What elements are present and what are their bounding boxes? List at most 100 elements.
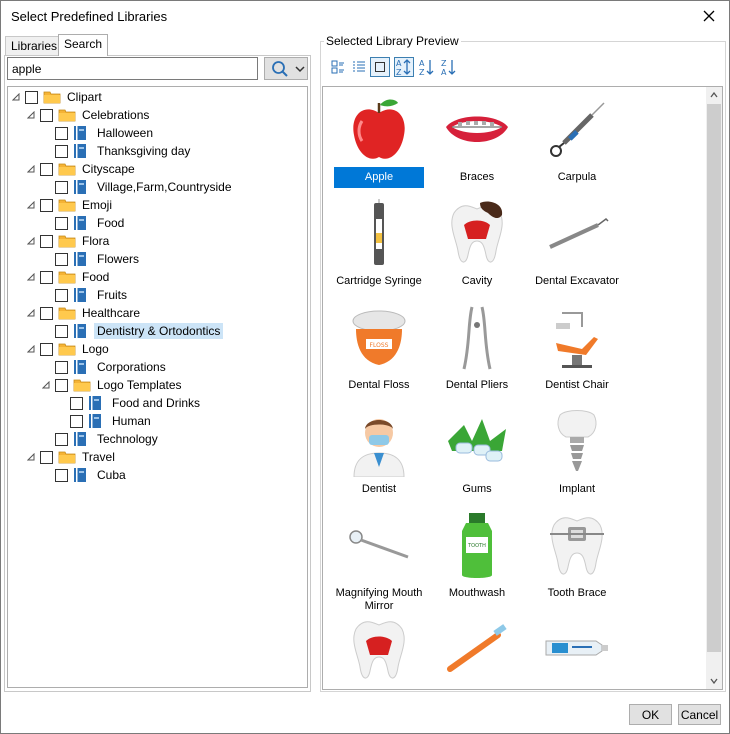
library-item[interactable]: Implant <box>529 403 625 503</box>
tree-checkbox[interactable] <box>25 90 38 104</box>
tree-node-label: Human <box>112 414 151 428</box>
scroll-down-button[interactable] <box>706 673 722 689</box>
tooth-brace-icon <box>542 511 612 581</box>
library-item[interactable]: Dental Excavator <box>529 195 625 295</box>
expander-icon[interactable] <box>25 196 37 214</box>
scroll-up-button[interactable] <box>706 87 722 103</box>
tree-checkbox[interactable] <box>55 126 68 140</box>
cancel-button[interactable]: Cancel <box>678 704 721 725</box>
expander-icon[interactable] <box>10 88 22 106</box>
preview-scrollbar[interactable] <box>706 87 722 689</box>
tree-node-label: Logo Templates <box>97 378 182 392</box>
tree-checkbox[interactable] <box>40 234 53 248</box>
expander-icon[interactable] <box>25 160 37 178</box>
tree-checkbox[interactable] <box>55 324 68 338</box>
library-item[interactable]: Cavity <box>429 195 525 295</box>
tree-node[interactable]: Food and Drinks <box>55 394 203 412</box>
list-view-button[interactable] <box>349 57 369 77</box>
search-icon <box>272 60 288 77</box>
sort-mixed-button[interactable]: A Z <box>394 57 414 77</box>
search-input[interactable] <box>7 57 258 80</box>
sort-descending-button[interactable]: Z A <box>439 57 459 77</box>
expander-icon[interactable] <box>25 232 37 250</box>
close-button[interactable] <box>695 3 723 29</box>
folder-icon <box>58 269 76 285</box>
tree-checkbox[interactable] <box>40 306 53 320</box>
library-item[interactable] <box>429 611 525 689</box>
scroll-thumb[interactable] <box>707 104 721 652</box>
tree-node[interactable]: Healthcare <box>25 304 143 322</box>
expander-icon[interactable] <box>25 340 37 358</box>
tree-checkbox[interactable] <box>55 180 68 194</box>
tree-checkbox[interactable] <box>70 414 83 428</box>
tree-node[interactable]: Flora <box>25 232 112 250</box>
tree-node[interactable]: Cityscape <box>25 160 138 178</box>
tree-node[interactable]: Cuba <box>40 466 129 484</box>
library-item[interactable]: TOOTH Mouthwash <box>429 507 525 607</box>
library-item[interactable]: FLOSS Dental Floss <box>331 299 427 399</box>
tree-checkbox[interactable] <box>55 468 68 482</box>
tree-checkbox[interactable] <box>40 450 53 464</box>
tile-view-button[interactable] <box>370 57 390 77</box>
tree-node[interactable]: Logo <box>25 340 112 358</box>
library-item-label: Apple <box>334 167 424 188</box>
tree-node[interactable]: Emoji <box>25 196 115 214</box>
tree-node[interactable]: Food <box>40 214 127 232</box>
expander-icon[interactable] <box>25 304 37 322</box>
tree-checkbox[interactable] <box>40 198 53 212</box>
library-item[interactable]: Dental Pliers <box>429 299 525 399</box>
tree-node[interactable]: Travel <box>25 448 118 466</box>
expander-icon[interactable] <box>25 268 37 286</box>
tree-node[interactable]: Food <box>25 268 112 286</box>
library-item[interactable]: Cartridge Syringe <box>331 195 427 295</box>
tree-checkbox[interactable] <box>40 270 53 284</box>
tree-node[interactable]: Logo Templates <box>40 376 185 394</box>
tree-node[interactable]: Dentistry & Ortodontics <box>40 322 224 340</box>
large-icons-view-button[interactable] <box>328 57 348 77</box>
library-item[interactable]: Tooth Brace <box>529 507 625 607</box>
gums-icon <box>442 407 512 477</box>
tree-checkbox[interactable] <box>55 432 68 446</box>
library-item[interactable]: Braces <box>429 91 525 191</box>
expander-icon[interactable] <box>25 106 37 124</box>
tree-checkbox[interactable] <box>55 288 68 302</box>
expander-icon[interactable] <box>40 376 52 394</box>
tree-node[interactable]: Corporations <box>40 358 169 376</box>
library-book-icon <box>88 413 106 429</box>
tree-checkbox[interactable] <box>70 396 83 410</box>
library-item[interactable] <box>529 611 625 689</box>
expander-icon[interactable] <box>25 448 37 466</box>
tree-checkbox[interactable] <box>55 216 68 230</box>
tree-checkbox[interactable] <box>55 360 68 374</box>
sort-ascending-button[interactable]: A Z <box>417 57 437 77</box>
tab-libraries[interactable]: Libraries <box>5 36 64 55</box>
library-item[interactable]: Dentist Chair <box>529 299 625 399</box>
tree-node[interactable]: Halloween <box>40 124 156 142</box>
library-item[interactable] <box>331 611 427 689</box>
tree-checkbox[interactable] <box>40 162 53 176</box>
tree-checkbox[interactable] <box>55 252 68 266</box>
library-item[interactable]: Magnifying Mouth Mirror <box>331 507 427 612</box>
tree-node[interactable]: Fruits <box>40 286 130 304</box>
library-item[interactable]: Dentist <box>331 403 427 503</box>
ok-button[interactable]: OK <box>629 704 672 725</box>
tree-node[interactable]: Human <box>55 412 154 430</box>
tree-checkbox[interactable] <box>40 342 53 356</box>
tree-checkbox[interactable] <box>55 144 68 158</box>
svg-text:Z: Z <box>419 68 425 76</box>
library-item[interactable]: Carpula <box>529 91 625 191</box>
tree-node-label: Travel <box>82 450 115 464</box>
tree-node[interactable]: Thanksgiving day <box>40 142 193 160</box>
tree-node[interactable]: Clipart <box>10 88 105 106</box>
tree-checkbox[interactable] <box>55 378 68 392</box>
search-button[interactable] <box>264 57 308 80</box>
tab-search[interactable]: Search <box>58 34 109 56</box>
tree-node[interactable]: Village,Farm,Countryside <box>40 178 235 196</box>
tree-checkbox[interactable] <box>40 108 53 122</box>
library-item[interactable]: Gums <box>429 403 525 503</box>
tree-node[interactable]: Technology <box>40 430 161 448</box>
tree-node[interactable]: Celebrations <box>25 106 152 124</box>
tree-node[interactable]: Flowers <box>40 250 142 268</box>
library-item[interactable]: Apple <box>331 91 427 191</box>
